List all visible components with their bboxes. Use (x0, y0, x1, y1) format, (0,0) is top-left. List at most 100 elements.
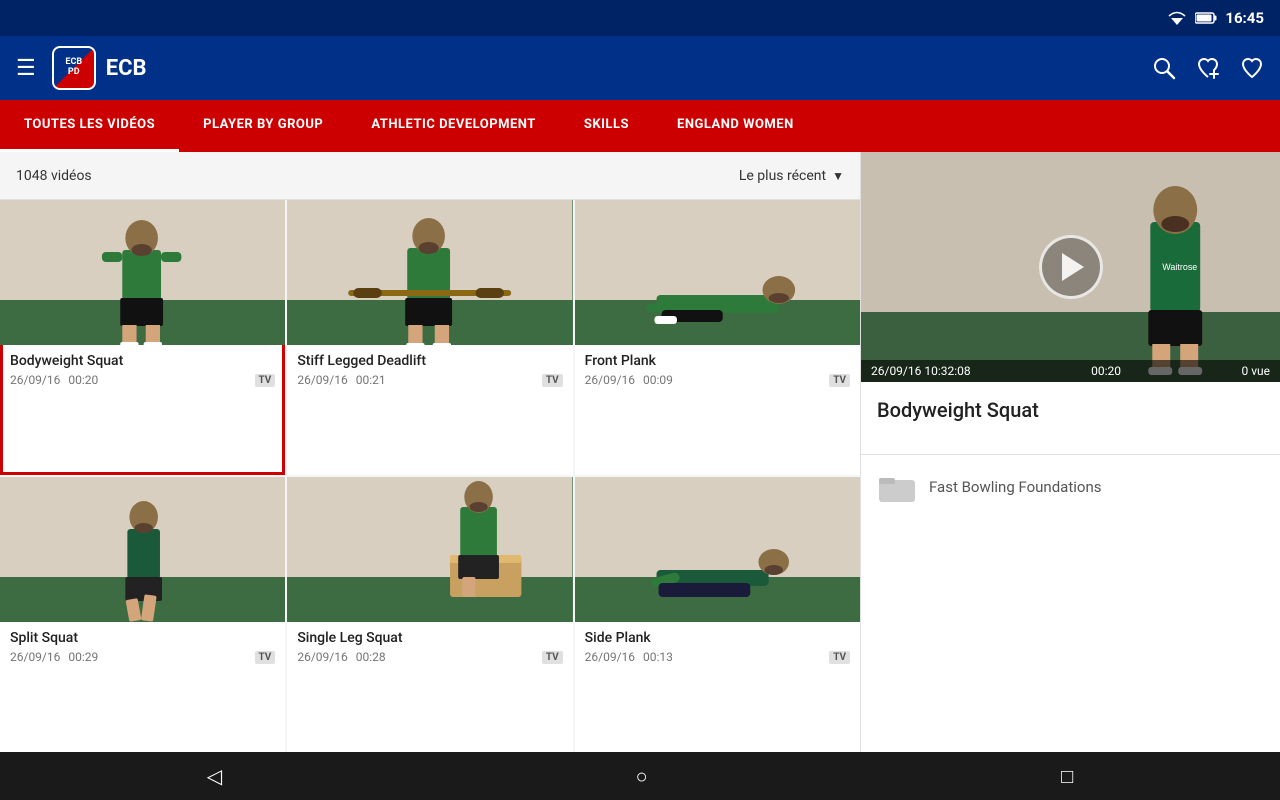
preview-views: 0 vue (1241, 364, 1270, 378)
tv-badge-2: TV (829, 374, 850, 387)
video-title-2: Front Plank (585, 353, 850, 369)
video-card-5[interactable]: Side Plank 26/09/16 00:13 TV (575, 477, 860, 752)
video-info-0: Bodyweight Squat 26/09/16 00:20 TV (0, 345, 285, 395)
video-meta-2: 26/09/16 00:09 TV (585, 373, 850, 387)
preview-title: Bodyweight Squat (877, 398, 1264, 422)
video-info-4: Single Leg Squat 26/09/16 00:28 TV (287, 622, 572, 672)
video-title-5: Side Plank (585, 630, 850, 646)
video-count: 1048 vidéos (16, 168, 92, 184)
video-info-2: Front Plank 26/09/16 00:09 TV (575, 345, 860, 395)
logo-text: ECBPD (65, 58, 82, 78)
video-meta-3: 26/09/16 00:29 TV (10, 650, 275, 664)
tv-badge-4: TV (542, 651, 563, 664)
logo-container: ECBPD ECB (52, 46, 147, 90)
video-info-1: Stiff Legged Deadlift 26/09/16 00:21 TV (287, 345, 572, 395)
play-button[interactable] (1039, 235, 1103, 299)
thumbnail-scene-0 (0, 200, 285, 345)
status-icons: 16:45 (1167, 9, 1264, 27)
thumbnail-scene-5 (575, 477, 860, 622)
video-duration-0: 00:20 (68, 373, 98, 387)
playlist-item[interactable]: Fast Bowling Foundations (861, 454, 1280, 519)
sort-dropdown[interactable]: Le plus récent ▼ (739, 168, 844, 184)
video-preview[interactable]: Waitrose 26/09/16 10:32:08 00:20 0 vue (861, 152, 1280, 382)
heart-plus-icon (1196, 56, 1220, 80)
video-card-2[interactable]: Front Plank 26/09/16 00:09 TV (575, 200, 860, 475)
tab-england-women[interactable]: ENGLAND WOMEN (653, 100, 818, 152)
video-date-3: 26/09/16 (10, 650, 60, 664)
tab-skills[interactable]: SKILLS (560, 100, 653, 152)
search-icon (1152, 56, 1176, 80)
video-card-3[interactable]: Split Squat 26/09/16 00:29 TV (0, 477, 285, 752)
top-bar: ☰ ECBPD ECB (0, 36, 1280, 100)
thumbnail-scene-4 (287, 477, 572, 622)
thumbnail-1 (287, 200, 572, 345)
folder-svg-icon (879, 472, 915, 502)
video-meta-1: 26/09/16 00:21 TV (297, 373, 562, 387)
main-content: 1048 vidéos Le plus récent ▼ (0, 152, 1280, 752)
back-button[interactable]: ◁ (207, 764, 222, 788)
video-date-5: 26/09/16 (585, 650, 635, 664)
folder-icon (877, 467, 917, 507)
play-icon (1062, 253, 1084, 281)
preview-duration: 00:20 (1091, 364, 1121, 378)
video-card-4[interactable]: Single Leg Squat 26/09/16 00:28 TV (287, 477, 572, 752)
logo-inner: ECBPD (54, 48, 94, 88)
top-bar-icons (1152, 56, 1264, 80)
thumbnail-scene-2 (575, 200, 860, 345)
video-date-0: 26/09/16 (10, 373, 60, 387)
bottom-nav: ◁ ○ □ (0, 752, 1280, 800)
video-card-1[interactable]: Stiff Legged Deadlift 26/09/16 00:21 TV (287, 200, 572, 475)
add-favorite-button[interactable] (1196, 56, 1220, 80)
video-info-3: Split Squat 26/09/16 00:29 TV (0, 622, 285, 672)
search-button[interactable] (1152, 56, 1176, 80)
nav-tabs: TOUTES LES VIDÉOS PLAYER BY GROUP ATHLET… (0, 100, 1280, 152)
recent-apps-button[interactable]: □ (1061, 764, 1073, 789)
heart-icon (1240, 56, 1264, 80)
tv-badge-3: TV (255, 651, 276, 664)
wifi-icon (1167, 11, 1187, 25)
video-title-4: Single Leg Squat (297, 630, 562, 646)
video-title-1: Stiff Legged Deadlift (297, 353, 562, 369)
video-duration-2: 00:09 (643, 373, 673, 387)
video-card-0[interactable]: Bodyweight Squat 26/09/16 00:20 TV (0, 200, 285, 475)
thumbnail-scene-3 (0, 477, 285, 622)
tv-badge-0: TV (255, 374, 276, 387)
video-list-section: 1048 vidéos Le plus récent ▼ (0, 152, 860, 752)
video-duration-3: 00:29 (68, 650, 98, 664)
status-bar: 16:45 (0, 0, 1280, 36)
playlist-name: Fast Bowling Foundations (929, 478, 1101, 496)
video-info-5: Side Plank 26/09/16 00:13 TV (575, 622, 860, 672)
home-button[interactable]: ○ (636, 764, 648, 789)
video-date-2: 26/09/16 (585, 373, 635, 387)
video-title-0: Bodyweight Squat (10, 353, 275, 369)
video-date-4: 26/09/16 (297, 650, 347, 664)
tv-badge-5: TV (829, 651, 850, 664)
app-title: ECB (106, 56, 147, 81)
video-date-1: 26/09/16 (297, 373, 347, 387)
video-meta-4: 26/09/16 00:28 TV (297, 650, 562, 664)
tv-badge-1: TV (542, 374, 563, 387)
tab-athletic-development[interactable]: ATHLETIC DEVELOPMENT (347, 100, 560, 152)
preview-info: Bodyweight Squat (861, 382, 1280, 454)
status-time: 16:45 (1225, 9, 1264, 27)
thumbnail-5 (575, 477, 860, 622)
preview-date: 26/09/16 10:32:08 (871, 364, 971, 378)
tab-player-by-group[interactable]: PLAYER BY GROUP (179, 100, 347, 152)
video-title-3: Split Squat (10, 630, 275, 646)
favorites-button[interactable] (1240, 56, 1264, 80)
battery-icon (1195, 12, 1217, 24)
video-duration-5: 00:13 (643, 650, 673, 664)
video-grid: Bodyweight Squat 26/09/16 00:20 TV (0, 200, 860, 752)
dropdown-arrow-icon: ▼ (832, 169, 844, 183)
menu-button[interactable]: ☰ (16, 56, 36, 81)
right-panel: Waitrose 26/09/16 10:32:08 00:20 0 vue B… (860, 152, 1280, 752)
svg-text:Waitrose: Waitrose (1162, 262, 1197, 272)
tab-all-videos[interactable]: TOUTES LES VIDÉOS (0, 100, 179, 152)
thumbnail-2 (575, 200, 860, 345)
thumbnail-4 (287, 477, 572, 622)
preview-meta: 26/09/16 10:32:08 00:20 0 vue (861, 360, 1280, 382)
thumbnail-scene-1 (287, 200, 572, 345)
logo-box: ECBPD (52, 46, 96, 90)
video-duration-4: 00:28 (356, 650, 386, 664)
video-duration-1: 00:21 (356, 373, 386, 387)
